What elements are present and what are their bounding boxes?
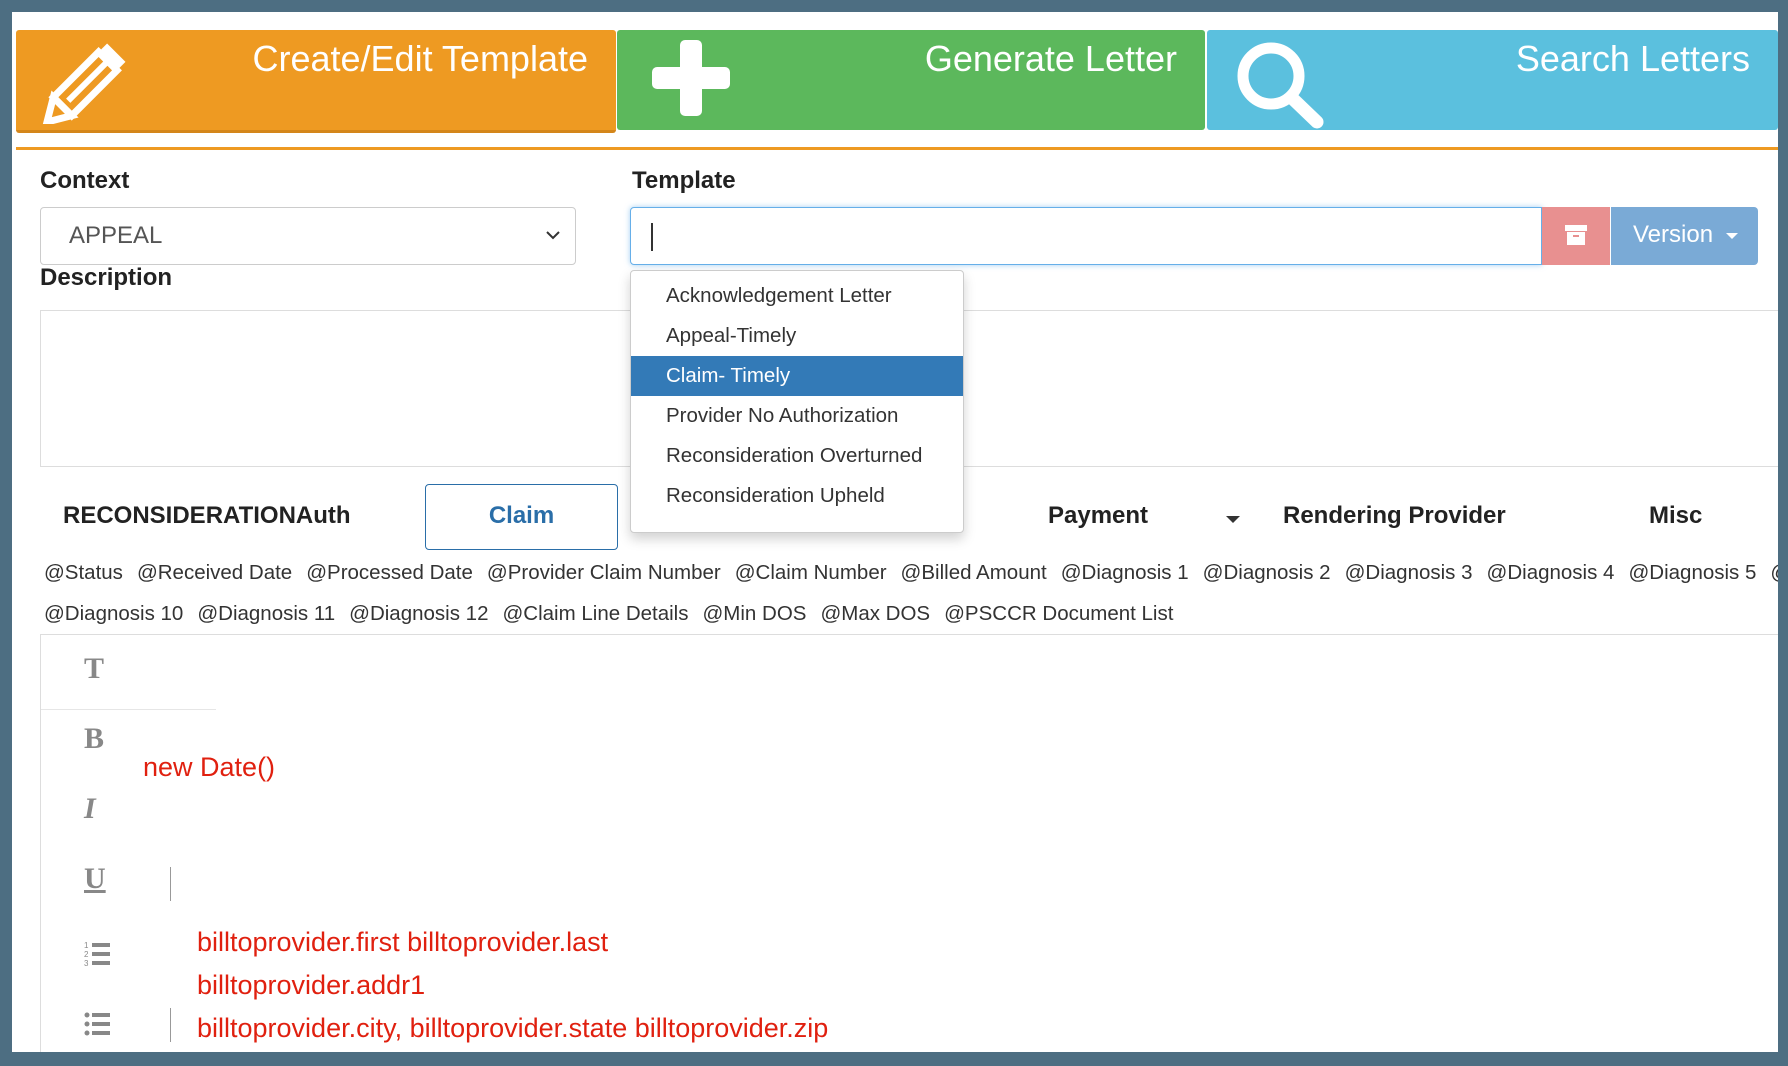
italic-button[interactable]: I — [84, 792, 96, 826]
context-value: APPEAL — [69, 222, 163, 249]
toolbar-divider — [41, 709, 216, 710]
variable-chip[interactable]: @PSCCR Document List — [944, 602, 1173, 625]
variable-chip[interactable]: @Diagnosis 3 — [1345, 561, 1473, 584]
variable-chip[interactable]: @Status — [44, 561, 123, 584]
generate-letter-label: Generate Letter — [924, 38, 1177, 79]
app-window: Create/Edit Template Generate Letter Sea… — [12, 12, 1778, 1052]
dropdown-item[interactable]: Provider No Authorization — [631, 396, 963, 436]
variable-chip[interactable]: @Provider Claim Number — [487, 561, 721, 584]
variable-chip[interactable]: @Claim Line Details — [502, 602, 688, 625]
variable-chip[interactable]: @Diagnosis 4 — [1487, 561, 1615, 584]
plus-icon — [650, 38, 732, 123]
ordered-list-icon[interactable]: 1 2 3 — [84, 940, 114, 973]
search-icon — [1233, 36, 1329, 137]
tab-reconsiderationauth[interactable]: RECONSIDERATIONAuth — [63, 502, 351, 530]
variable-chip[interactable]: @Claim Number — [735, 561, 887, 584]
caret-down-icon — [1725, 232, 1738, 239]
text-cursor — [170, 867, 171, 901]
variable-chip[interactable]: @Diagnosis 1 — [1061, 561, 1189, 584]
template-input[interactable] — [630, 207, 1542, 265]
dropdown-item[interactable]: Reconsideration Overturned — [631, 436, 963, 476]
text-style-button[interactable]: T — [84, 652, 104, 686]
search-letters-tile[interactable]: Search Letters — [1207, 30, 1778, 130]
action-tiles: Create/Edit Template Generate Letter Sea… — [16, 30, 1778, 150]
unordered-list-icon[interactable] — [84, 1010, 114, 1043]
chevron-down-icon — [543, 224, 563, 252]
variable-chip[interactable]: @Received Date — [137, 561, 292, 584]
dropdown-item[interactable]: Appeal-Timely — [631, 316, 963, 356]
editor-border — [40, 634, 41, 1052]
context-label: Context — [40, 167, 130, 194]
svg-text:2: 2 — [84, 950, 89, 959]
variable-chip[interactable]: @ — [1770, 561, 1778, 584]
variables-row-2: @Diagnosis 10 @Diagnosis 11 @Diagnosis 12 @… — [44, 602, 1187, 626]
tab-claim[interactable]: Claim — [425, 484, 618, 550]
text-cursor — [170, 1008, 171, 1042]
editor-line-date[interactable]: new Date() — [143, 752, 275, 783]
underline-button[interactable]: U — [84, 862, 106, 896]
archive-button[interactable] — [1542, 207, 1610, 265]
template-label: Template — [632, 167, 736, 194]
variable-chip[interactable]: @Diagnosis 10 — [44, 602, 183, 625]
variables-row-1: @Status @Received Date @Processed Date @Pro… — [44, 561, 1778, 585]
context-select[interactable]: APPEAL — [40, 207, 576, 265]
version-button[interactable]: Version — [1611, 207, 1758, 265]
generate-letter-tile[interactable]: Generate Letter — [617, 30, 1205, 130]
create-edit-template-label: Create/Edit Template — [252, 38, 588, 79]
pencil-icon — [38, 38, 138, 129]
variable-chip[interactable]: @Billed Amount — [901, 561, 1047, 584]
variable-chip[interactable]: @Diagnosis 5 — [1628, 561, 1756, 584]
archive-icon — [1564, 223, 1588, 252]
editor-line-city-state-zip[interactable]: billtoprovider.city, billtoprovider.stat… — [197, 1013, 828, 1044]
search-letters-label: Search Letters — [1515, 38, 1750, 79]
variable-chip[interactable]: @Min DOS — [702, 602, 806, 625]
svg-text:3: 3 — [84, 959, 89, 968]
text-caret — [651, 223, 653, 251]
dropdown-item-selected[interactable]: Claim- Timely — [631, 356, 963, 396]
editor-border — [40, 634, 1778, 635]
create-edit-template-tile[interactable]: Create/Edit Template — [16, 30, 616, 133]
tab-misc[interactable]: Misc — [1649, 502, 1702, 530]
editor-line-address[interactable]: billtoprovider.addr1 — [197, 970, 425, 1001]
version-label: Version — [1633, 221, 1714, 248]
divider — [16, 147, 1778, 150]
dropdown-item[interactable]: Acknowledgement Letter — [631, 276, 963, 316]
bold-button[interactable]: B — [84, 722, 104, 756]
variable-chip[interactable]: @Max DOS — [820, 602, 930, 625]
variable-chip[interactable]: @Diagnosis 11 — [197, 602, 335, 625]
tab-rendering-provider[interactable]: Rendering Provider — [1283, 502, 1506, 530]
svg-text:1: 1 — [84, 941, 89, 950]
description-label: Description — [40, 264, 173, 291]
variable-chip[interactable]: @Processed Date — [306, 561, 473, 584]
variable-chip[interactable]: @Diagnosis 12 — [349, 602, 488, 625]
variable-chip[interactable]: @Diagnosis 2 — [1203, 561, 1331, 584]
template-dropdown-menu: Acknowledgement Letter Appeal-Timely Cla… — [630, 270, 964, 533]
tab-payment[interactable]: Payment — [1048, 502, 1148, 530]
caret-down-icon[interactable] — [1226, 516, 1240, 523]
dropdown-item[interactable]: Reconsideration Upheld — [631, 476, 963, 516]
editor-line-name[interactable]: billtoprovider.first billtoprovider.last — [197, 927, 608, 958]
